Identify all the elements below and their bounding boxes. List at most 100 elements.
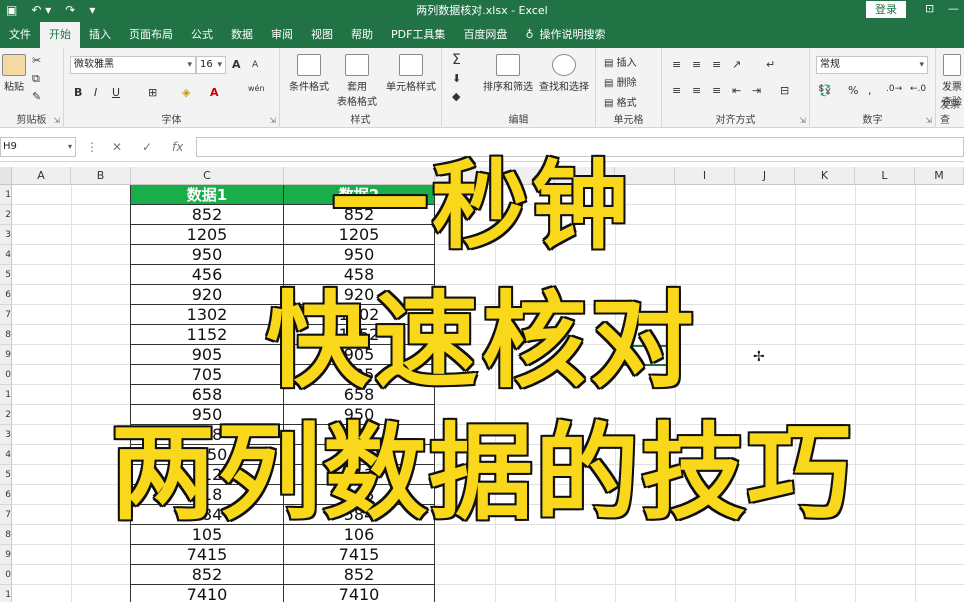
align-center-icon[interactable]: ≡ xyxy=(692,84,701,97)
merge-center-icon[interactable]: ⊟ xyxy=(780,84,789,97)
number-format-combo[interactable]: 常规 ▾ xyxy=(816,56,928,74)
table-cell[interactable]: 7415 xyxy=(284,545,435,565)
decrease-indent-icon[interactable]: ⇤ xyxy=(732,84,741,97)
dialog-launcher-icon[interactable]: ⇲ xyxy=(53,116,60,125)
increase-indent-icon[interactable]: ⇥ xyxy=(752,84,761,97)
align-right-icon[interactable]: ≡ xyxy=(712,84,721,97)
table-cell[interactable]: 852 xyxy=(131,565,284,585)
tell-me-label: 操作说明搜索 xyxy=(539,28,606,41)
bold-button[interactable]: B xyxy=(74,86,82,99)
underline-button[interactable]: U xyxy=(112,86,120,99)
table-cell[interactable]: 852 xyxy=(284,565,435,585)
dialog-launcher-icon[interactable]: ⇲ xyxy=(925,116,932,125)
search-icon xyxy=(552,54,576,76)
ribbon-display-icon[interactable]: ⊡ xyxy=(925,2,934,15)
fill-color-icon[interactable]: ◈ xyxy=(182,86,190,99)
tab-view[interactable]: 视图 xyxy=(302,22,342,48)
login-button[interactable]: 登录 xyxy=(866,1,906,18)
decrease-decimal-icon[interactable]: ←.0 xyxy=(910,84,926,94)
cut-icon[interactable]: ✂ xyxy=(32,54,41,67)
align-top-icon[interactable]: ≡ xyxy=(672,58,681,71)
group-label: 数字 xyxy=(862,115,883,126)
ribbon-tabs: 文件 开始 插入 页面布局 公式 数据 审阅 视图 帮助 PDF工具集 百度网盘… xyxy=(0,20,964,48)
row-header[interactable]: 0 xyxy=(0,565,12,585)
group-label: 样式 xyxy=(350,115,371,126)
font-name-combo[interactable]: 微软雅黑 ▾ xyxy=(70,56,196,74)
row-header[interactable]: 1 xyxy=(0,585,12,602)
dialog-launcher-icon[interactable]: ⇲ xyxy=(799,116,806,125)
font-size-combo[interactable]: 16 ▾ xyxy=(196,56,226,74)
fill-icon[interactable]: ⬇ xyxy=(452,72,461,85)
tab-home[interactable]: 开始 xyxy=(40,22,80,48)
invoice-icon xyxy=(943,54,961,76)
tab-pdf-tools[interactable]: PDF工具集 xyxy=(382,22,454,48)
table-cell[interactable]: 7410 xyxy=(131,585,284,602)
delete-icon: ▤ xyxy=(604,78,617,89)
align-left-icon[interactable]: ≡ xyxy=(672,84,681,97)
increase-decimal-icon[interactable]: .0→ xyxy=(886,84,902,94)
tab-data[interactable]: 数据 xyxy=(222,22,262,48)
format-icon: ▤ xyxy=(604,98,617,109)
row-header[interactable]: 9 xyxy=(0,545,12,565)
format-cells-button[interactable]: ▤ 格式 xyxy=(604,94,637,109)
lightbulb-icon: ♁ xyxy=(525,28,534,41)
font-color-icon[interactable]: A xyxy=(210,86,219,99)
chevron-down-icon: ▾ xyxy=(919,60,924,70)
tab-review[interactable]: 审阅 xyxy=(262,22,302,48)
cell-styles-icon xyxy=(399,54,423,76)
overlay-title-line3: 两列数据的技巧 xyxy=(109,411,853,536)
group-label: 字体 xyxy=(161,115,182,126)
italic-button[interactable]: I xyxy=(94,86,97,99)
border-icon[interactable]: ⊞ xyxy=(148,86,157,99)
table-cell[interactable]: 7415 xyxy=(131,545,284,565)
insert-icon: ▤ xyxy=(604,58,617,69)
align-bottom-icon[interactable]: ≡ xyxy=(712,58,721,71)
orientation-icon[interactable]: ↗ xyxy=(732,58,741,71)
format-as-table-button[interactable]: 套用 表格格式 xyxy=(334,54,380,108)
sort-filter-button[interactable]: 排序和筛选 xyxy=(480,54,536,93)
group-styles: 条件格式 套用 表格格式 单元格样式 样式 xyxy=(280,48,442,128)
sort-filter-icon xyxy=(496,54,520,76)
tab-baidu-netdisk[interactable]: 百度网盘 xyxy=(454,22,516,48)
tab-insert[interactable]: 插入 xyxy=(80,22,120,48)
autosum-icon[interactable]: Σ xyxy=(452,52,461,68)
overlay-title-line2: 快速核对 xyxy=(264,279,698,404)
group-cells: ▤ 插入 ▤ 删除 ▤ 格式 单元格 xyxy=(596,48,662,128)
format-painter-icon[interactable]: ✎ xyxy=(32,90,41,103)
tab-file[interactable]: 文件 xyxy=(0,22,40,48)
title-bar: ▣ ↶ ▾ ↷ ▾ 两列数据核对.xlsx - Excel 登录 ⊡ — xyxy=(0,0,964,20)
tab-tell-me[interactable]: ♁ 操作说明搜索 xyxy=(516,22,614,48)
tab-help[interactable]: 帮助 xyxy=(342,22,382,48)
ribbon: 粘贴 ✂ ⧉ ✎ 剪贴板 ⇲ 微软雅黑 ▾ 16 ▾ A A B I U ⊞ ◈ A… xyxy=(0,48,964,128)
group-editing: Σ ⬇ ◆ 排序和筛选 查找和选择 编辑 xyxy=(442,48,596,128)
grow-font-icon[interactable]: A xyxy=(232,58,241,71)
comma-icon[interactable]: , xyxy=(868,84,872,97)
phonetic-icon[interactable]: wén xyxy=(248,84,265,93)
currency-icon[interactable]: 💱 xyxy=(818,84,832,97)
align-middle-icon[interactable]: ≡ xyxy=(692,58,701,71)
cell-styles-button[interactable]: 单元格样式 xyxy=(384,54,438,93)
group-number: 常规 ▾ 💱 % , .0→ ←.0 数字 ⇲ xyxy=(810,48,936,128)
group-font: 微软雅黑 ▾ 16 ▾ A A B I U ⊞ ◈ A wén 字体 ⇲ xyxy=(64,48,280,128)
group-label: 发票查 xyxy=(940,100,960,126)
table-cell[interactable]: 7410 xyxy=(284,585,435,602)
insert-cells-button[interactable]: ▤ 插入 xyxy=(604,54,637,69)
conditional-format-button[interactable]: 条件格式 xyxy=(286,54,332,93)
chevron-down-icon: ▾ xyxy=(187,60,192,70)
percent-icon[interactable]: % xyxy=(848,84,858,97)
copy-icon[interactable]: ⧉ xyxy=(32,72,40,86)
tab-page-layout[interactable]: 页面布局 xyxy=(120,22,182,48)
dialog-launcher-icon[interactable]: ⇲ xyxy=(269,116,276,125)
tab-formulas[interactable]: 公式 xyxy=(182,22,222,48)
delete-cells-button[interactable]: ▤ 删除 xyxy=(604,74,637,89)
clear-icon[interactable]: ◆ xyxy=(452,90,460,103)
wrap-text-icon[interactable]: ↵ xyxy=(766,58,775,71)
minimize-button[interactable]: — xyxy=(948,2,959,15)
group-label: 单元格 xyxy=(613,115,644,126)
shrink-font-icon[interactable]: A xyxy=(252,60,258,70)
find-select-button[interactable]: 查找和选择 xyxy=(536,54,592,93)
paste-button[interactable]: 粘贴 xyxy=(2,54,26,93)
group-clipboard: 粘贴 ✂ ⧉ ✎ 剪贴板 ⇲ xyxy=(0,48,64,128)
group-label: 对齐方式 xyxy=(715,115,756,126)
table-icon xyxy=(345,54,369,76)
